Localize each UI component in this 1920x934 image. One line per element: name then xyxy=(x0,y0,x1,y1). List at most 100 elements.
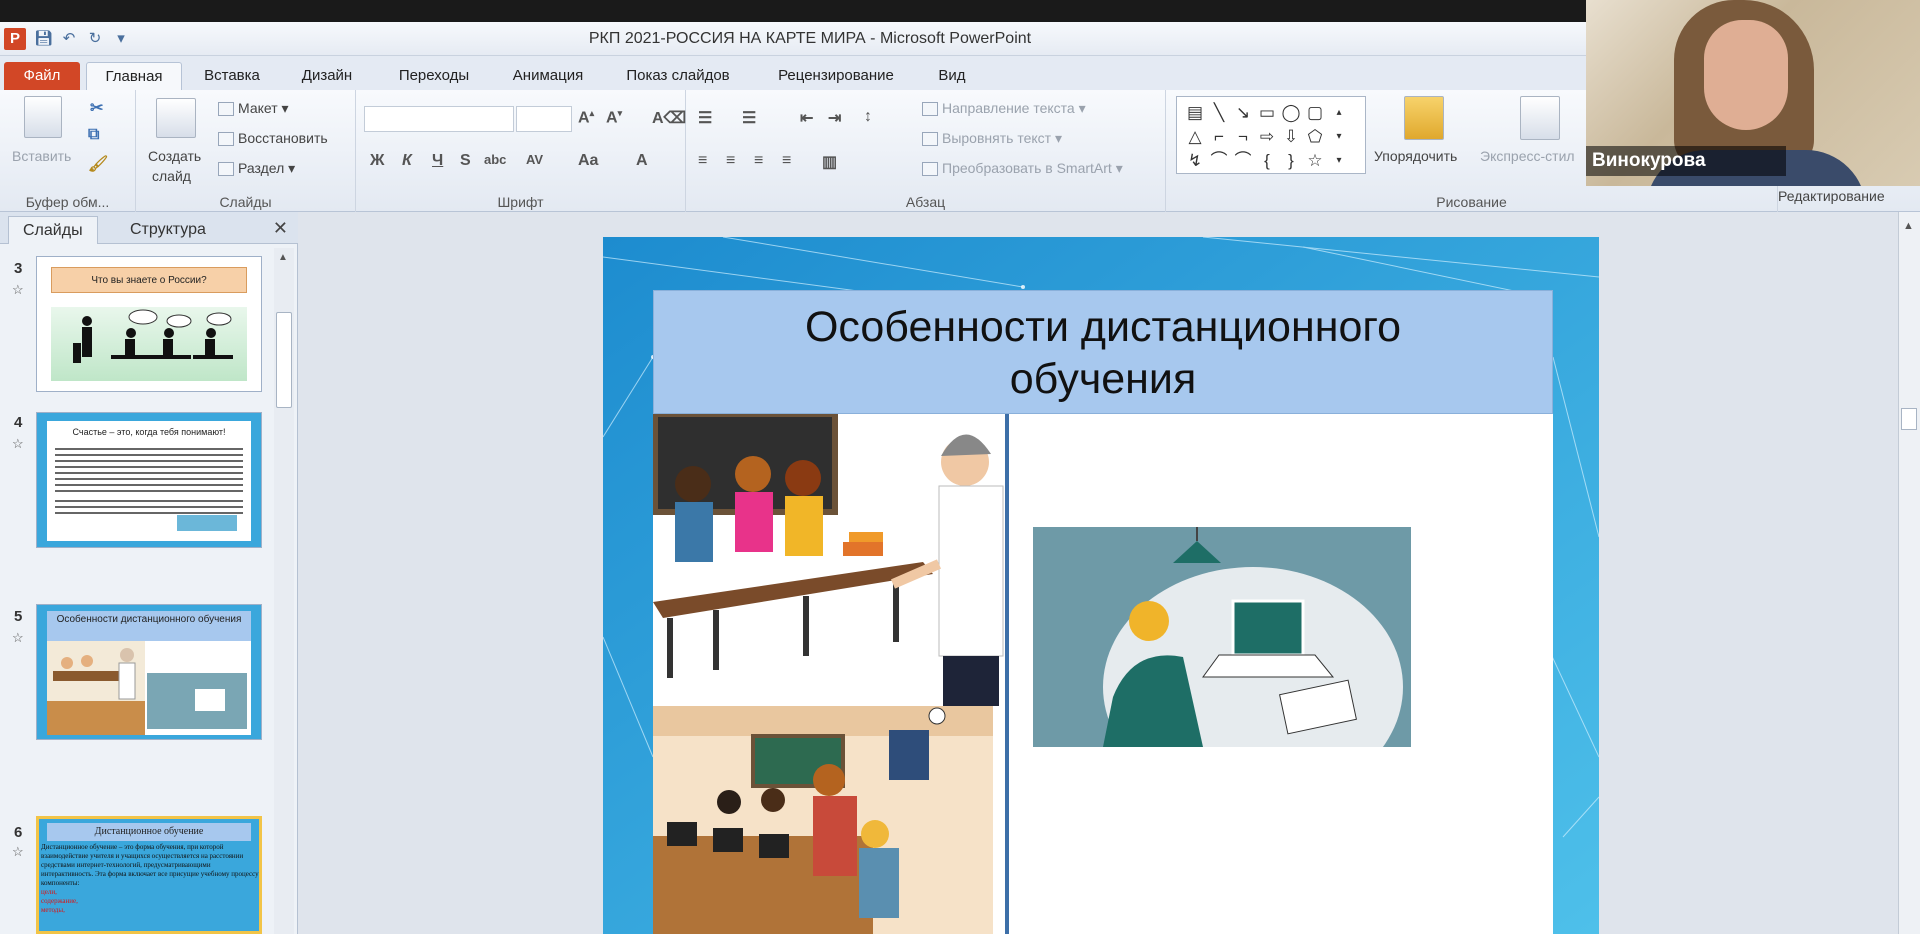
slides-panel: Слайды Структура ✕ 3 ☆ Что вы знаете о Р… xyxy=(0,212,298,934)
slide-title-box[interactable]: Особенности дистанционного обучения xyxy=(653,290,1553,414)
elbow-connector-shape-icon[interactable]: ¬ xyxy=(1231,125,1255,149)
char-spacing-button[interactable]: AV xyxy=(526,152,543,167)
textbox-shape-icon[interactable]: ▤ xyxy=(1183,101,1207,125)
tab-slides[interactable]: Слайды xyxy=(8,216,98,244)
section-button[interactable]: Раздел ▾ xyxy=(218,160,295,177)
font-size-field[interactable] xyxy=(516,106,572,132)
tab-home[interactable]: Главная xyxy=(86,62,182,90)
triangle-shape-icon[interactable]: △ xyxy=(1183,125,1207,149)
scroll-up-arrow-icon[interactable]: ▲ xyxy=(278,252,288,263)
thumbnail-text-6: Дистанционное обучение – это форма обуче… xyxy=(41,843,259,931)
main-scroll-up-icon[interactable]: ▲ xyxy=(1903,220,1914,232)
down-arrow-shape-icon[interactable]: ⇩ xyxy=(1279,125,1303,149)
text-direction-button[interactable]: Направление текста ▾ xyxy=(922,100,1086,117)
smartart-button[interactable]: Преобразовать в SmartArt ▾ xyxy=(922,160,1123,177)
arrange-button[interactable]: Упорядочить xyxy=(1374,148,1457,164)
webcam-participant-name: Винокурова xyxy=(1586,146,1786,176)
slide-thumbnail-6[interactable]: Дистанционное обучение Дистанционное обу… xyxy=(36,816,262,934)
shadow-button[interactable]: abc xyxy=(484,152,506,167)
quick-styles-icon xyxy=(1520,96,1560,140)
bold-button[interactable]: Ж xyxy=(370,152,384,170)
copy-icon[interactable]: ⧉ xyxy=(88,126,99,144)
connector-shape-icon[interactable]: ⌐ xyxy=(1207,125,1231,149)
left-brace-shape-icon[interactable]: { xyxy=(1255,149,1279,173)
main-scrollbar[interactable]: ▲ xyxy=(1898,212,1920,934)
font-name-field[interactable] xyxy=(364,106,514,132)
bullets-icon[interactable]: ☰ xyxy=(698,108,712,128)
right-arrow-shape-icon[interactable]: ⇨ xyxy=(1255,125,1279,149)
slide-thumbnail-5[interactable]: Особенности дистанционного обучения xyxy=(36,604,262,740)
shrink-font-icon[interactable]: A▾ xyxy=(606,108,622,127)
slide-thumbnail-3[interactable]: Что вы знаете о России? xyxy=(36,256,262,392)
cut-icon[interactable]: ✂ xyxy=(90,98,103,118)
decrease-indent-icon[interactable]: ⇤ xyxy=(800,108,813,128)
rectangle-shape-icon[interactable]: ▭ xyxy=(1255,101,1279,125)
computer-lab-image[interactable] xyxy=(653,706,993,934)
group-label-paragraph: Абзац xyxy=(905,194,946,210)
new-slide-dropdown[interactable]: слайд xyxy=(152,168,191,184)
line-shape-icon[interactable]: ╲ xyxy=(1207,101,1231,125)
align-left-icon[interactable]: ≡ xyxy=(698,152,707,170)
tab-insert[interactable]: Вставка xyxy=(192,62,272,90)
align-right-icon[interactable]: ≡ xyxy=(754,152,763,170)
tab-outline[interactable]: Структура xyxy=(116,216,220,244)
curve-shape-icon[interactable]: ⌒ xyxy=(1207,149,1231,173)
numbering-icon[interactable]: ☰ xyxy=(742,108,756,128)
strikethrough-button[interactable]: S xyxy=(460,152,471,170)
font-color-button[interactable]: A xyxy=(636,152,648,170)
tab-animation[interactable]: Анимация xyxy=(500,62,596,90)
align-text-button[interactable]: Выровнять текст ▾ xyxy=(922,130,1062,147)
tab-view[interactable]: Вид xyxy=(928,62,976,90)
classroom-teacher-image[interactable] xyxy=(653,414,1055,706)
scroll-up-icon[interactable]: ▴ xyxy=(1327,101,1351,125)
reset-icon xyxy=(218,132,234,147)
align-center-icon[interactable]: ≡ xyxy=(726,152,735,170)
pentagon-shape-icon[interactable]: ⬠ xyxy=(1303,125,1327,149)
panel-scroll-thumb[interactable] xyxy=(276,312,292,408)
oval-shape-icon[interactable]: ◯ xyxy=(1279,101,1303,125)
slide-column-divider xyxy=(1005,414,1009,934)
group-label-editing: Редактирование xyxy=(1778,188,1885,204)
arc-shape-icon[interactable]: ⌒ xyxy=(1231,149,1255,173)
grow-font-icon[interactable]: A▴ xyxy=(578,108,594,127)
tab-file[interactable]: Файл xyxy=(4,62,80,90)
reset-button[interactable]: Восстановить xyxy=(218,130,328,147)
smartart-label: Преобразовать в SmartArt xyxy=(942,160,1112,176)
thumbnail-number-3: 3 xyxy=(14,260,23,277)
thumbnail-title-4: Счастье – это, когда тебя понимают! xyxy=(72,427,226,437)
scroll-down-icon[interactable]: ▾ xyxy=(1327,125,1351,149)
slide-thumbnail-4[interactable]: Счастье – это, когда тебя понимают! xyxy=(36,412,262,548)
increase-indent-icon[interactable]: ⇥ xyxy=(828,108,841,128)
tab-transitions[interactable]: Переходы xyxy=(386,62,482,90)
paste-button[interactable]: Вставить xyxy=(12,148,71,164)
justify-icon[interactable]: ≡ xyxy=(782,152,791,170)
star-shape-icon[interactable]: ☆ xyxy=(1303,149,1327,173)
tab-review[interactable]: Рецензирование xyxy=(766,62,906,90)
arrow-line-shape-icon[interactable]: ↘ xyxy=(1231,101,1255,125)
freeform-shape-icon[interactable]: ↯ xyxy=(1183,149,1207,173)
quick-styles-button[interactable]: Экспресс-стил xyxy=(1480,148,1575,164)
layout-icon xyxy=(218,102,234,117)
thumbnail-image-5 xyxy=(47,641,251,735)
layout-button[interactable]: Макет ▾ xyxy=(218,100,289,117)
current-slide[interactable]: Особенности дистанционного обучения xyxy=(603,237,1599,934)
panel-scrollbar[interactable]: ▲ xyxy=(274,248,294,934)
clear-formatting-icon[interactable]: A⌫ xyxy=(652,108,686,128)
shapes-gallery[interactable]: ▤ ╲ ↘ ▭ ◯ ▢ ▴ △ ⌐ ¬ ⇨ ⇩ ⬠ ▾ ↯ ⌒ ⌒ { } ☆ … xyxy=(1176,96,1366,174)
italic-button[interactable]: К xyxy=(402,152,412,170)
underline-button[interactable]: Ч xyxy=(432,152,443,170)
rounded-rect-shape-icon[interactable]: ▢ xyxy=(1303,101,1327,125)
main-scroll-thumb[interactable] xyxy=(1901,408,1917,430)
thumbnail-red-text-6: цели, содержание, методы, xyxy=(41,888,78,914)
right-brace-shape-icon[interactable]: } xyxy=(1279,149,1303,173)
tab-design[interactable]: Дизайн xyxy=(290,62,364,90)
format-painter-icon[interactable]: 🖌︎ xyxy=(88,154,108,174)
new-slide-button[interactable]: Создать xyxy=(148,148,201,164)
more-shapes-icon[interactable]: ▾ xyxy=(1327,149,1351,173)
student-online-learning-image[interactable] xyxy=(1033,527,1411,747)
line-spacing-icon[interactable]: ↕ xyxy=(864,108,872,126)
tab-slideshow[interactable]: Показ слайдов xyxy=(616,62,740,90)
change-case-button[interactable]: Aa xyxy=(578,152,598,170)
columns-icon[interactable]: ▥ xyxy=(822,152,837,172)
close-panel-icon[interactable]: ✕ xyxy=(273,218,288,239)
